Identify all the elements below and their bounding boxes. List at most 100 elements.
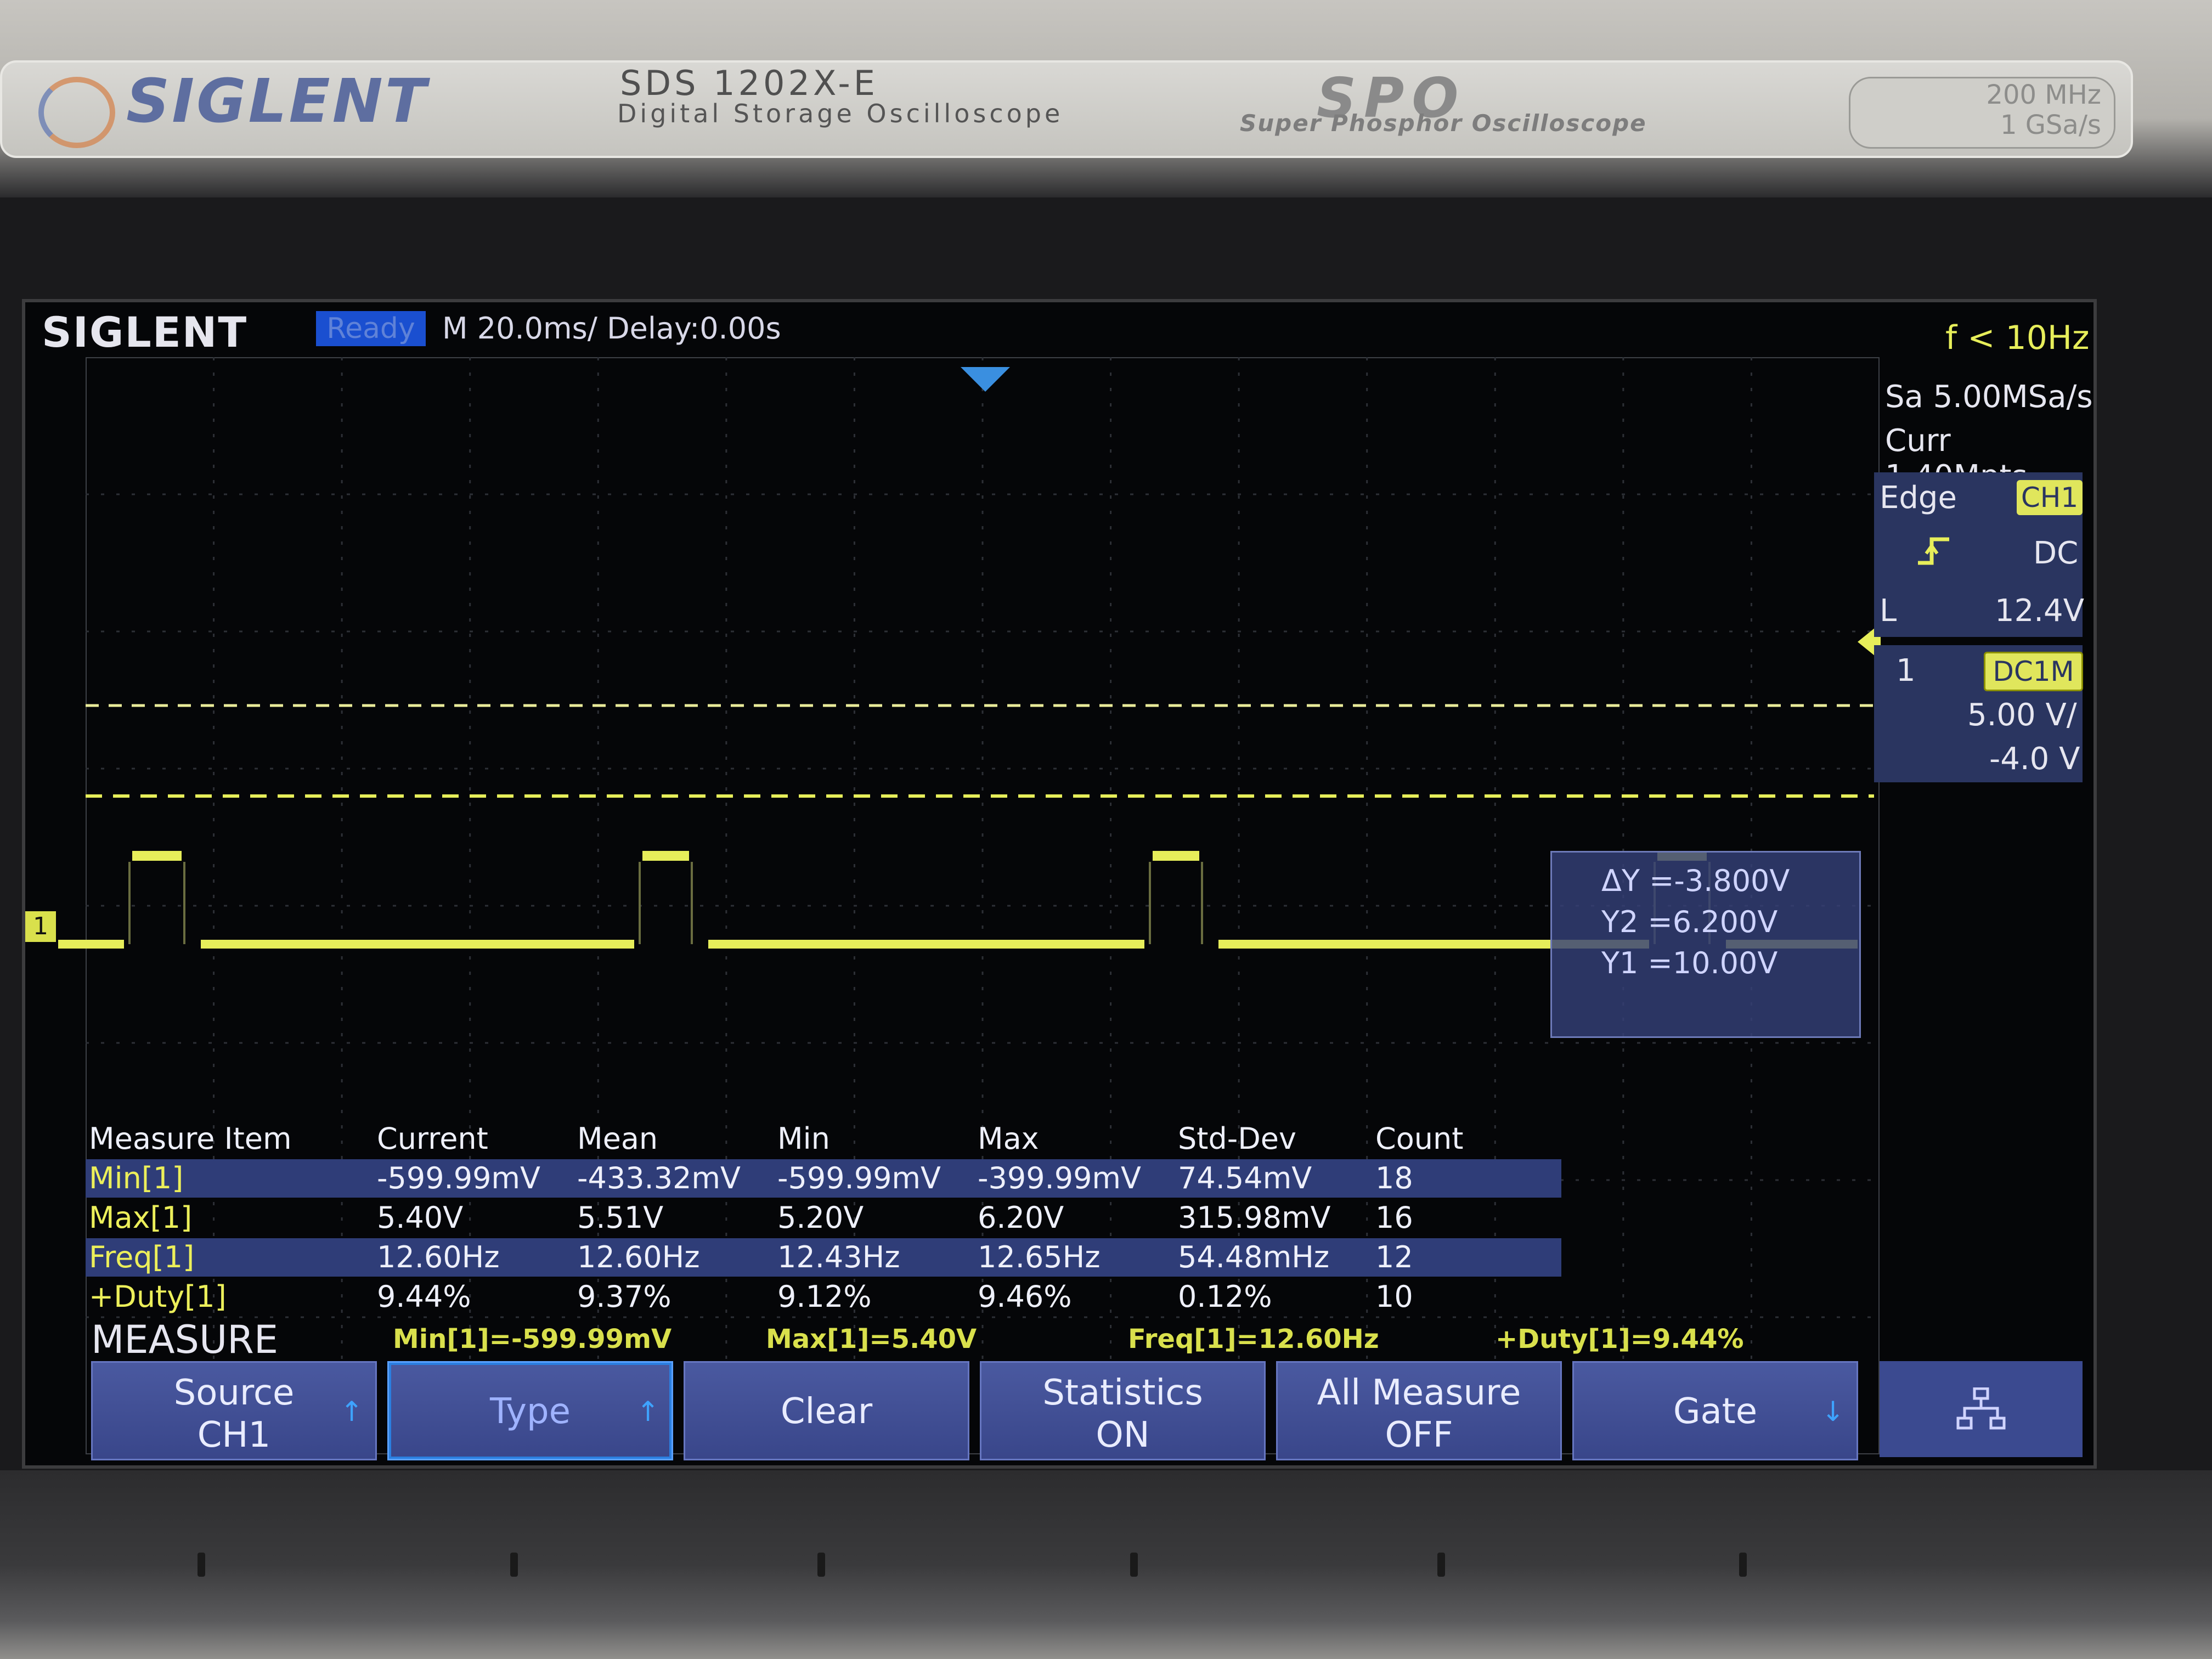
cursor-readout-box: ΔY =-3.800V Y2 =6.200V Y1 =10.00V	[1550, 851, 1861, 1038]
measure-summary-item: +Duty[1]=9.44%	[1496, 1324, 1744, 1355]
table-cell: -399.99mV	[978, 1161, 1141, 1195]
table-cell: 18	[1375, 1161, 1413, 1195]
statistics-softkey[interactable]: Statistics ON	[980, 1361, 1266, 1460]
softkey-menu: Source CH1 ↑ Type ↑ Clear Statistics ON …	[91, 1361, 2094, 1465]
table-header-cell: Std-Dev	[1178, 1121, 1296, 1156]
table-cell: 10	[1375, 1279, 1413, 1314]
table-cell: 5.40V	[377, 1200, 464, 1235]
spec-sample-rate: 1 GSa/s	[2000, 110, 2101, 140]
table-cell: 9.46%	[978, 1279, 1072, 1314]
table-row: Freq[1] 12.60Hz 12.60Hz 12.43Hz 12.65Hz 54.48…	[86, 1238, 1863, 1277]
softkey-label: Statistics	[1042, 1373, 1203, 1413]
softkey-label: Source	[173, 1373, 295, 1413]
measure-summary-item: Max[1]=5.40V	[766, 1324, 977, 1355]
table-row: +Duty[1] 9.44% 9.37% 9.12% 9.46% 0.12% 10	[86, 1278, 1863, 1316]
table-cell: 9.12%	[777, 1279, 872, 1314]
bezel-softkey-notch	[1739, 1553, 1747, 1577]
table-header-cell: Max	[978, 1121, 1039, 1156]
waveform-pulse-high	[642, 851, 689, 861]
table-cell: 16	[1375, 1200, 1413, 1235]
device-model-name: SDS 1202X-E	[620, 63, 878, 103]
table-cell: 12.65Hz	[978, 1240, 1101, 1274]
softkey-value: ON	[1096, 1415, 1150, 1455]
bezel-softkey-notch	[1130, 1553, 1138, 1577]
table-cell: 12.60Hz	[377, 1240, 500, 1274]
arrow-down-icon: ↓	[1821, 1396, 1844, 1427]
gate-softkey[interactable]: Gate ↓	[1572, 1361, 1858, 1460]
trigger-level-value: 12.4V	[1995, 593, 2084, 629]
network-icon-glyph	[1956, 1387, 2006, 1430]
table-header-cell: Min	[777, 1121, 830, 1156]
clear-softkey[interactable]: Clear	[684, 1361, 969, 1460]
table-cell: 6.20V	[978, 1200, 1064, 1235]
ch1-offset-marker[interactable]: 1	[25, 911, 56, 942]
table-cell: 12.43Hz	[777, 1240, 900, 1274]
spec-bandwidth: 200 MHz	[1986, 80, 2101, 110]
table-cell: +Duty[1]	[89, 1279, 227, 1314]
oscilloscope-screen: SIGLENT Ready M 20.0ms/ Delay:0.00s f < …	[22, 299, 2097, 1469]
softkey-label: All Measure	[1317, 1373, 1521, 1413]
table-cell: -433.32mV	[577, 1161, 741, 1195]
table-cell: 74.54mV	[1178, 1161, 1312, 1195]
trigger-coupling: DC	[2033, 535, 2079, 571]
measure-summary-item: Min[1]=-599.99mV	[393, 1324, 672, 1355]
waveform-pulse-high	[1153, 851, 1199, 861]
table-cell: 12	[1375, 1240, 1413, 1274]
device-brand-logo: SIGLENT	[126, 66, 428, 136]
trigger-info-box[interactable]: Edge CH1 DC L 12.4V	[1874, 472, 2084, 637]
table-cell: 9.37%	[577, 1279, 672, 1314]
trigger-source-tag: CH1	[2017, 480, 2083, 515]
trigger-level-label: L	[1880, 593, 1897, 629]
table-header-cell: Measure Item	[89, 1121, 292, 1156]
waveform-pulse-high	[132, 851, 182, 861]
softkey-label: Clear	[780, 1391, 873, 1432]
cursor-delta-y: ΔY =-3.800V	[1601, 864, 1790, 898]
bezel-softkey-notch	[817, 1553, 825, 1577]
measure-menu-title: MEASURE	[91, 1317, 279, 1362]
table-cell: Freq[1]	[89, 1240, 195, 1274]
spo-subtitle: Super Phosphor Oscilloscope	[1240, 110, 1647, 137]
measure-statistics-table: Measure Item Current Mean Min Max Std-Dev Coun…	[86, 1120, 1863, 1342]
table-header-cell: Mean	[577, 1121, 658, 1156]
softkey-value: OFF	[1385, 1415, 1453, 1455]
all-measure-softkey[interactable]: All Measure OFF	[1276, 1361, 1562, 1460]
softkey-value: CH1	[197, 1415, 271, 1455]
table-row: Min[1] -599.99mV -433.32mV -599.99mV -399.99…	[86, 1159, 1863, 1198]
measure-summary-item: Freq[1]=12.60Hz	[1128, 1324, 1379, 1355]
table-row: Max[1] 5.40V 5.51V 5.20V 6.20V 315.98mV 16	[86, 1199, 1863, 1237]
table-cell: 0.12%	[1178, 1279, 1272, 1314]
sample-rate-readout: Sa 5.00MSa/s	[1885, 379, 2093, 415]
ch1-vertical-scale: 5.00 V/	[1967, 697, 2077, 733]
arrow-up-icon: ↑	[340, 1396, 363, 1427]
table-cell: 5.20V	[777, 1200, 864, 1235]
ch1-info-box[interactable]: 1 DC1M 5.00 V/ -4.0 V	[1874, 645, 2083, 782]
trigger-type: Edge	[1880, 480, 1957, 516]
source-softkey[interactable]: Source CH1 ↑	[91, 1361, 377, 1460]
table-cell: 54.48mHz	[1178, 1240, 1330, 1274]
ch1-number: 1	[1896, 653, 1916, 689]
bezel-softkey-notch	[198, 1553, 205, 1577]
table-cell: 12.60Hz	[577, 1240, 700, 1274]
table-cell: 315.98mV	[1178, 1200, 1331, 1235]
table-cell: Min[1]	[89, 1161, 184, 1195]
bezel-softkey-notch	[510, 1553, 518, 1577]
oscilloscope-bottom-bezel	[0, 1470, 2212, 1659]
table-cell: 9.44%	[377, 1279, 471, 1314]
network-icon	[1880, 1361, 2083, 1457]
arrow-up-icon: ↑	[636, 1396, 659, 1427]
table-header-cell: Current	[377, 1121, 488, 1156]
table-cell: 5.51V	[577, 1200, 664, 1235]
type-softkey[interactable]: Type ↑	[387, 1361, 673, 1460]
table-cell: -599.99mV	[377, 1161, 540, 1195]
ch1-coupling-tag: DC1M	[1984, 652, 2083, 691]
table-header-row: Measure Item Current Mean Min Max Std-Dev Coun…	[86, 1120, 1863, 1158]
rising-edge-icon	[1918, 537, 1949, 565]
table-header-cell: Count	[1375, 1121, 1464, 1156]
bezel-softkey-notch	[1437, 1553, 1445, 1577]
softkey-label: Gate	[1673, 1391, 1758, 1432]
siglent-swirl-icon	[38, 77, 115, 148]
ch1-offset: -4.0 V	[1989, 741, 2080, 777]
cursor-y2: Y2 =6.200V	[1601, 905, 1778, 939]
device-model-subtitle: Digital Storage Oscilloscope	[617, 99, 1064, 128]
softkey-label: Type	[490, 1391, 571, 1432]
